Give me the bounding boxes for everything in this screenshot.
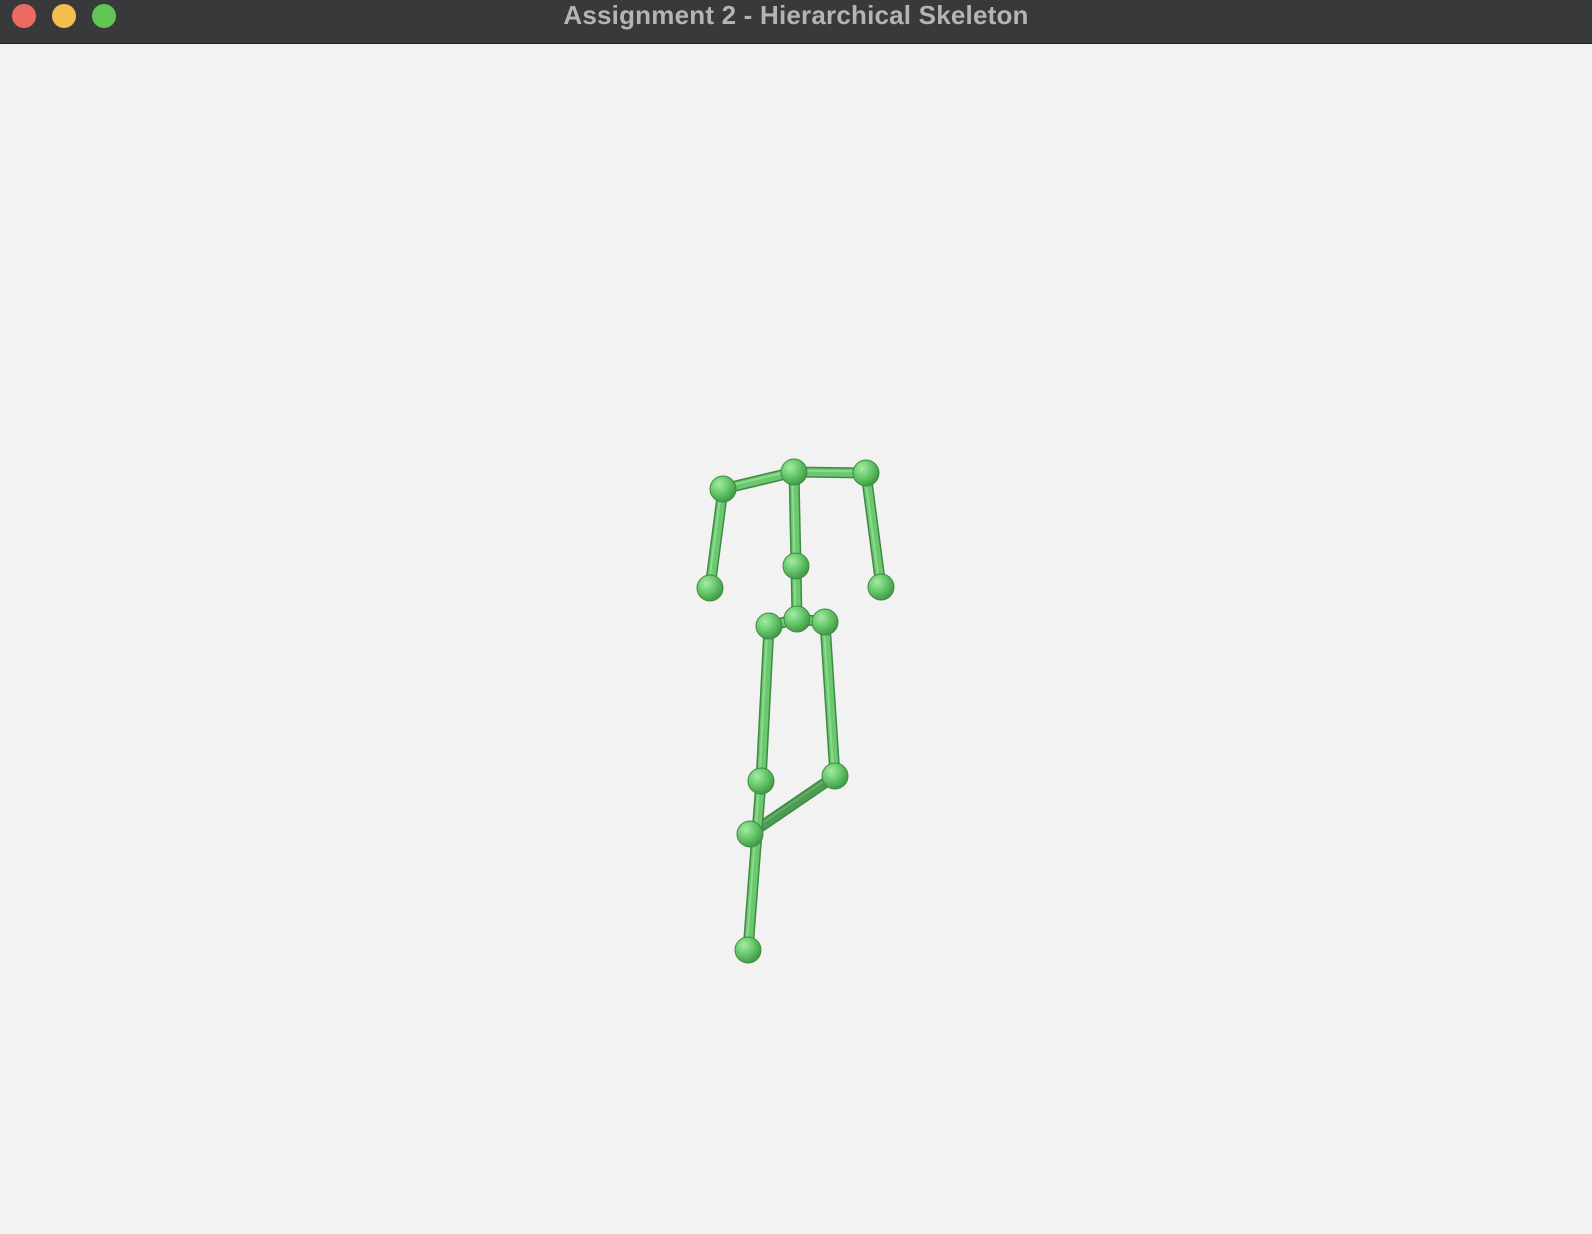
- joint-neck: [780, 458, 808, 486]
- skeleton-canvas[interactable]: [0, 44, 1592, 1234]
- bone-knee-left-to-foot-left: [742, 775, 767, 956]
- zoom-button[interactable]: [92, 4, 116, 28]
- window-title: Assignment 2 - Hierarchical Skeleton: [563, 0, 1029, 30]
- joint-spine: [782, 552, 810, 580]
- bone-shoulder-left-to-hand-left: [704, 483, 729, 594]
- close-button[interactable]: [12, 4, 36, 28]
- joint-knee-left: [747, 767, 775, 795]
- joint-shoulder-right: [852, 459, 880, 487]
- bone-shoulder-right-to-hand-right: [860, 467, 887, 593]
- joint-hand-left: [696, 574, 724, 602]
- bones-layer: [704, 466, 887, 956]
- title-bar[interactable]: Assignment 2 - Hierarchical Skeleton: [0, 0, 1592, 44]
- app-window: Assignment 2 - Hierarchical Skeleton: [0, 0, 1592, 1234]
- render-viewport[interactable]: [0, 44, 1592, 1234]
- joint-hand-right: [867, 573, 895, 601]
- joint-foot-left: [734, 936, 762, 964]
- joint-shoulder-left: [709, 475, 737, 503]
- minimize-button[interactable]: [52, 4, 76, 28]
- joint-hip-left: [755, 612, 783, 640]
- bone-hip-left-to-knee-left: [755, 620, 775, 787]
- joint-pelvis: [783, 605, 811, 633]
- joint-ankle: [736, 820, 764, 848]
- bone-hip-right-to-knee-right: [819, 616, 841, 782]
- joint-knee-right: [821, 762, 849, 790]
- joint-hip-right: [811, 608, 839, 636]
